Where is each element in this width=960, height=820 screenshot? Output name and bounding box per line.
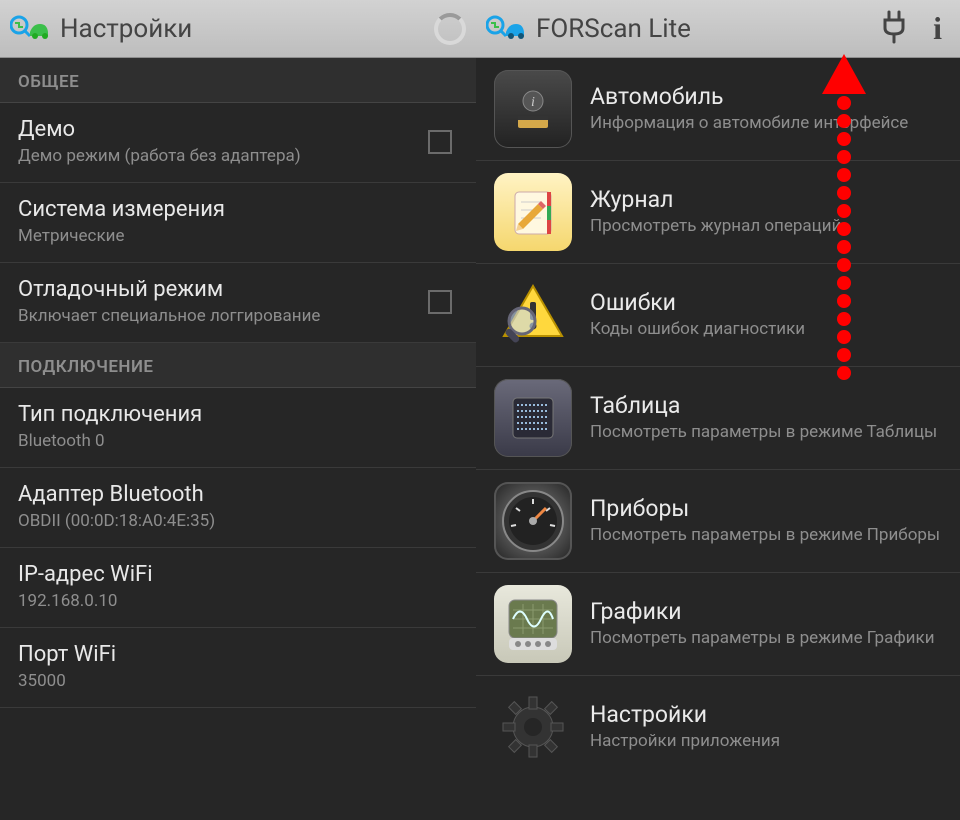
- menu-graph-sub: Посмотреть параметры в режиме Графики: [590, 627, 942, 649]
- ip-row[interactable]: IP-адрес WiFi 192.168.0.10: [0, 548, 476, 628]
- car-info-icon: i: [494, 70, 572, 148]
- menu-table-title: Таблица: [590, 392, 942, 419]
- menu-journal-sub: Просмотреть журнал операций: [590, 215, 942, 237]
- demo-sub: Демо режим (работа без адаптера): [18, 146, 428, 166]
- app-logo-icon: [10, 14, 50, 44]
- plug-icon[interactable]: [873, 10, 915, 48]
- main-menu-screen: FORScan Lite i i Автомобиль: [476, 0, 960, 820]
- journal-icon: [494, 173, 572, 251]
- conn-type-label: Тип подключения: [18, 402, 458, 427]
- gear-icon: [494, 688, 572, 766]
- menu-errors-title: Ошибки: [590, 289, 942, 316]
- debug-checkbox[interactable]: [428, 290, 452, 314]
- menu-table[interactable]: Таблица Посмотреть параметры в режиме Та…: [476, 367, 960, 470]
- measure-sub: Метрические: [18, 226, 458, 246]
- menu-graph-title: Графики: [590, 598, 942, 625]
- demo-label: Демо: [18, 117, 428, 142]
- demo-checkbox[interactable]: [428, 130, 452, 154]
- menu-auto[interactable]: i Автомобиль Информация о автомобиле инт…: [476, 58, 960, 161]
- menu-table-sub: Посмотреть параметры в режиме Таблицы: [590, 421, 942, 443]
- menu-graph[interactable]: Графики Посмотреть параметры в режиме Гр…: [476, 573, 960, 676]
- section-general-header: ОБЩЕЕ: [0, 58, 476, 103]
- menu-settings-title: Настройки: [590, 701, 942, 728]
- main-menu: i Автомобиль Информация о автомобиле инт…: [476, 58, 960, 820]
- menu-settings[interactable]: Настройки Настройки приложения: [476, 676, 960, 778]
- menu-errors-sub: Коды ошибок диагностики: [590, 318, 942, 340]
- adapter-row[interactable]: Адаптер Bluetooth OBDII (00:0D:18:A0:4E:…: [0, 468, 476, 548]
- info-icon[interactable]: i: [925, 10, 950, 47]
- menu-gauge[interactable]: Приборы Посмотреть параметры в режиме Пр…: [476, 470, 960, 573]
- measure-row[interactable]: Система измерения Метрические: [0, 183, 476, 263]
- loading-spinner-icon: [434, 13, 466, 45]
- settings-screen: Настройки ОБЩЕЕ Демо Демо режим (работа …: [0, 0, 476, 820]
- measure-label: Система измерения: [18, 197, 458, 222]
- debug-row[interactable]: Отладочный режим Включает специальное ло…: [0, 263, 476, 343]
- section-connection-header: ПОДКЛЮЧЕНИЕ: [0, 343, 476, 388]
- menu-settings-sub: Настройки приложения: [590, 730, 942, 752]
- gauge-icon: [494, 482, 572, 560]
- settings-topbar: Настройки: [0, 0, 476, 58]
- svg-text:i: i: [531, 95, 535, 110]
- app-logo-icon: [486, 14, 526, 44]
- menu-journal[interactable]: Журнал Просмотреть журнал операций: [476, 161, 960, 264]
- menu-auto-sub: Информация о автомобиле интерфейсе: [590, 112, 942, 134]
- oscilloscope-icon: [494, 585, 572, 663]
- ip-label: IP-адрес WiFi: [18, 562, 458, 587]
- debug-sub: Включает специальное логгирование: [18, 306, 428, 326]
- warning-search-icon: [494, 276, 572, 354]
- conn-type-row[interactable]: Тип подключения Bluetooth 0: [0, 388, 476, 468]
- menu-gauge-sub: Посмотреть параметры в режиме Приборы: [590, 524, 942, 546]
- menu-errors[interactable]: Ошибки Коды ошибок диагностики: [476, 264, 960, 367]
- menu-gauge-title: Приборы: [590, 495, 942, 522]
- main-title: FORScan Lite: [536, 14, 691, 44]
- port-label: Порт WiFi: [18, 642, 458, 667]
- port-row[interactable]: Порт WiFi 35000: [0, 628, 476, 708]
- ip-sub: 192.168.0.10: [18, 591, 458, 611]
- adapter-label: Адаптер Bluetooth: [18, 482, 458, 507]
- main-topbar: FORScan Lite i: [476, 0, 960, 58]
- menu-auto-title: Автомобиль: [590, 83, 942, 110]
- debug-label: Отладочный режим: [18, 277, 428, 302]
- adapter-sub: OBDII (00:0D:18:A0:4E:35): [18, 511, 458, 531]
- menu-journal-title: Журнал: [590, 186, 942, 213]
- conn-type-sub: Bluetooth 0: [18, 431, 458, 451]
- port-sub: 35000: [18, 671, 458, 691]
- table-icon: [494, 379, 572, 457]
- settings-title: Настройки: [60, 14, 192, 44]
- demo-row[interactable]: Демо Демо режим (работа без адаптера): [0, 103, 476, 183]
